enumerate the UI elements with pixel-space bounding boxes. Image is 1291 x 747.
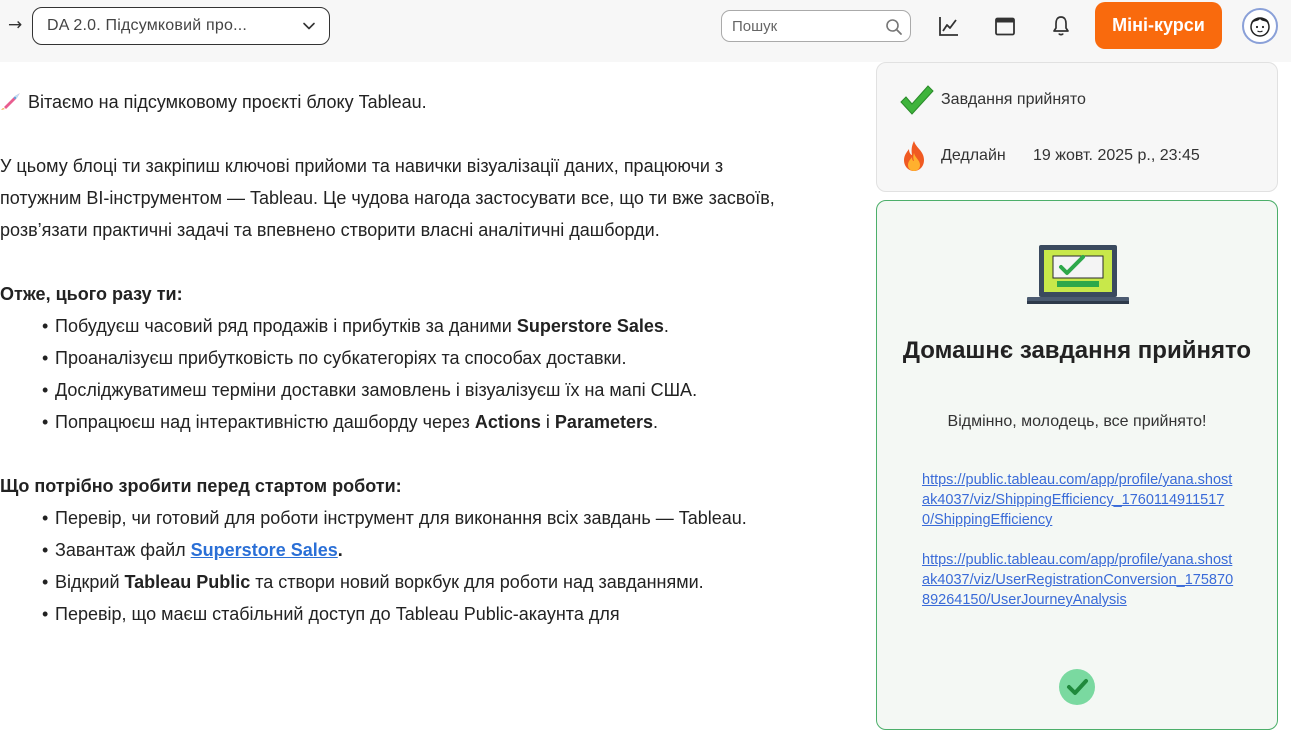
description-paragraph: У цьому блоці ти закріпиш ключові прийом… bbox=[0, 156, 775, 240]
user-avatar[interactable] bbox=[1242, 8, 1278, 44]
search-icon[interactable] bbox=[884, 17, 904, 37]
course-select[interactable]: DA 2.0. Підсумковий про... bbox=[32, 7, 330, 45]
list-item: Досліджуватимеш терміни доставки замовле… bbox=[0, 374, 780, 406]
success-check-icon bbox=[1059, 669, 1095, 705]
status-row: Завдання прийнято bbox=[899, 83, 1086, 117]
statistics-chart-icon[interactable] bbox=[937, 14, 961, 38]
list-item: Перевір, що маєш стабільний доступ до Ta… bbox=[0, 598, 780, 630]
submission-link[interactable]: https://public.tableau.com/app/profile/y… bbox=[922, 550, 1234, 610]
list-item: Проаналізуєш прибутковість по субкатегор… bbox=[0, 342, 780, 374]
laptop-check-icon bbox=[1027, 245, 1129, 304]
section-heading-prep: Що потрібно зробити перед стартом роботи… bbox=[0, 476, 402, 496]
notification-bell-icon[interactable] bbox=[1049, 14, 1073, 38]
list-item: Попрацюєш над інтерактивністю дашборду ч… bbox=[0, 406, 780, 438]
deadline-label: Дедлайн bbox=[941, 147, 1006, 164]
list-item: Побудуєш часовий ряд продажів і прибуткі… bbox=[0, 310, 780, 342]
goals-list: Побудуєш часовий ряд продажів і прибуткі… bbox=[0, 310, 780, 438]
intro-text: Вітаємо на підсумковому проєкті блоку Ta… bbox=[28, 92, 427, 112]
prep-list: Перевір, чи готовий для роботи інструмен… bbox=[0, 502, 780, 630]
list-item: Перевір, чи готовий для роботи інструмен… bbox=[0, 502, 780, 534]
section-heading-goals: Отже, цього разу ти: bbox=[0, 284, 183, 304]
deadline-row: Дедлайн 19 жовт. 2025 р., 23:45 bbox=[899, 139, 1200, 173]
mini-courses-button[interactable]: Міні-курси bbox=[1095, 2, 1222, 49]
list-item: Завантаж файл Superstore Sales. bbox=[0, 534, 780, 566]
submission-link[interactable]: https://public.tableau.com/app/profile/y… bbox=[922, 470, 1234, 530]
rocket-icon bbox=[1, 93, 20, 110]
superstore-sales-link[interactable]: Superstore Sales bbox=[191, 540, 338, 560]
chevron-down-icon bbox=[303, 22, 315, 30]
accepted-title: Домашнє завдання прийнято bbox=[902, 337, 1252, 364]
intro-line: Вітаємо на підсумковому проєкті блоку Ta… bbox=[0, 86, 780, 118]
avatar-face-icon bbox=[1250, 17, 1270, 37]
back-arrow-icon[interactable]: → bbox=[8, 16, 26, 34]
top-bar: → DA 2.0. Підсумковий про... Міні-курси bbox=[0, 0, 1291, 62]
calendar-icon[interactable] bbox=[993, 14, 1017, 38]
fire-icon bbox=[904, 141, 924, 171]
status-card: Завдання прийнято Дедлайн 19 жовт. 2025 … bbox=[876, 62, 1278, 192]
accepted-subtitle: Відмінно, молодець, все прийнято! bbox=[947, 413, 1207, 430]
checkmark-icon bbox=[900, 85, 934, 115]
deadline-value: 19 жовт. 2025 р., 23:45 bbox=[1033, 147, 1200, 164]
task-description: Вітаємо на підсумковому проєкті блоку Ta… bbox=[0, 86, 780, 630]
list-item: Відкрий Tableau Public та створи новий в… bbox=[0, 566, 780, 598]
course-select-value: DA 2.0. Підсумковий про... bbox=[47, 17, 248, 34]
search-input[interactable] bbox=[732, 16, 882, 36]
search-box[interactable] bbox=[721, 10, 911, 42]
accepted-status-text: Завдання прийнято bbox=[941, 91, 1086, 108]
homework-accepted-card: Домашнє завдання прийнято Відмінно, моло… bbox=[876, 200, 1278, 730]
